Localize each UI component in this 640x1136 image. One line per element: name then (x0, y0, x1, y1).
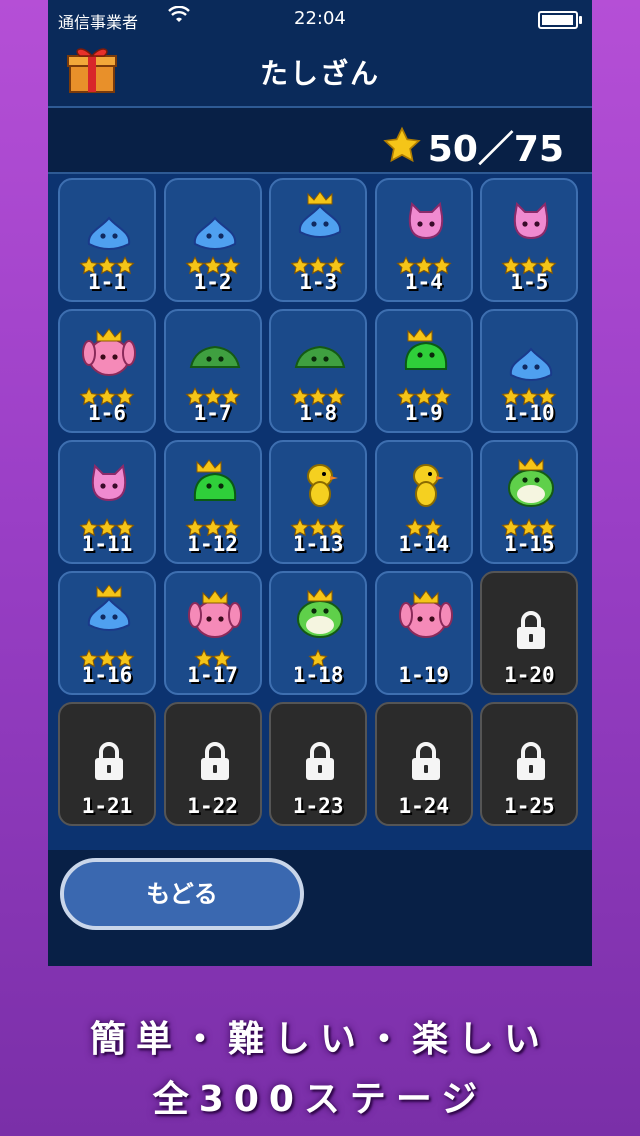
back-button[interactable]: もどる (60, 858, 304, 930)
stage-label: 1-19 (398, 663, 450, 687)
stage-label: 1-3 (299, 270, 338, 294)
promo-caption-line2: 全300ステージ (152, 1079, 488, 1120)
clock: 22:04 (294, 8, 346, 29)
stage-label: 1-8 (299, 401, 338, 425)
status-bar: 通信事業者 22:04 (48, 0, 592, 36)
crowned-green-slime-icon (404, 328, 447, 370)
stage-tile[interactable]: 1-1 (58, 178, 156, 302)
wifi-icon (168, 6, 190, 22)
lock-icon (95, 742, 123, 780)
page-title: たしざん (259, 57, 380, 90)
stage-tile[interactable]: 1-11 (58, 440, 156, 564)
blue-slime-icon (87, 216, 131, 250)
crowned-green-slime-icon (193, 459, 236, 501)
yellow-chick-icon (307, 464, 339, 507)
stage-tile: 1-20 (480, 571, 579, 695)
blue-slime-icon (193, 216, 236, 250)
stage-tile: 1-21 (58, 702, 156, 826)
stage-label: 1-23 (292, 794, 344, 818)
carrier-name: 通信事業者 (58, 13, 139, 32)
stage-label: 1-6 (88, 401, 126, 425)
stage-label: 1-14 (398, 532, 450, 556)
stage-grid: 1-1 1-2 1-3 1-4 1-5 1-6 1-7 1-8 1-9 1-10 1-11 1-12 1… (48, 174, 592, 850)
stage-tile[interactable]: 1-4 (374, 178, 473, 302)
lock-icon (411, 742, 440, 780)
star-total-text: 50／75 (427, 129, 564, 170)
stage-label: 1-16 (81, 663, 133, 687)
stage-label: 1-7 (193, 401, 232, 425)
stage-label: 1-12 (187, 532, 238, 556)
stage-label: 1-20 (504, 663, 555, 687)
stage-tile[interactable]: 1-19 (374, 571, 473, 695)
lock-icon (306, 742, 335, 780)
crowned-blue-slime-icon (87, 585, 131, 631)
crowned-pink-rabbit-icon (187, 590, 242, 638)
stage-tile[interactable]: 1-6 (58, 309, 156, 433)
stage-tile[interactable]: 1-7 (163, 309, 262, 433)
stage-label: 1-22 (187, 794, 238, 818)
crowned-green-frog-icon (508, 457, 555, 507)
stage-tile[interactable]: 1-18 (269, 571, 368, 695)
pink-cat-icon (408, 201, 443, 240)
crowned-pink-rabbit-icon (398, 590, 453, 638)
crowned-green-frog-icon (297, 588, 344, 638)
stage-label: 1-24 (398, 794, 450, 818)
app-screen: 通信事業者 22:04 たしざん 50／75 1-1 1-2 1-3 1-4 1-5 1-… (48, 0, 592, 966)
stage-tile[interactable]: 1-5 (480, 178, 579, 302)
stage-label: 1-18 (292, 663, 344, 687)
green-flat-slime-icon (294, 345, 346, 368)
stage-tile[interactable]: 1-17 (163, 571, 262, 695)
lock-icon (517, 611, 546, 649)
stage-label: 1-13 (292, 532, 344, 556)
stage-label: 1-1 (88, 270, 126, 294)
stage-label: 1-17 (187, 663, 238, 687)
stage-tile[interactable]: 1-3 (269, 178, 368, 302)
promo-caption-line1: 簡単・難しい・楽しい (89, 1019, 550, 1060)
crowned-pink-rabbit-icon (82, 328, 136, 376)
stage-tile[interactable]: 1-10 (480, 309, 579, 433)
yellow-chick-icon (412, 464, 444, 507)
stage-tile[interactable]: 1-14 (374, 440, 473, 564)
star-total-bar: 50／75 (48, 108, 592, 174)
stage-tile: 1-24 (374, 702, 473, 826)
stage-tile[interactable]: 1-16 (58, 571, 156, 695)
footer-bar: もどる (48, 850, 592, 966)
stage-tile[interactable]: 1-9 (374, 309, 473, 433)
stage-tile[interactable]: 1-2 (163, 178, 262, 302)
stage-tile: 1-25 (480, 702, 579, 826)
pink-cat-icon (91, 463, 127, 502)
stage-tile: 1-22 (163, 702, 262, 826)
stage-tile[interactable]: 1-13 (269, 440, 368, 564)
stage-label: 1-5 (510, 270, 549, 294)
stage-tile[interactable]: 1-15 (480, 440, 579, 564)
pink-cat-icon (514, 201, 549, 240)
stage-label: 1-9 (404, 401, 443, 425)
stage-label: 1-10 (504, 401, 555, 425)
lock-icon (517, 742, 546, 780)
stage-label: 1-21 (81, 794, 133, 818)
stage-label: 1-25 (504, 794, 555, 818)
star-total: 50／75 (382, 120, 564, 172)
stage-tile[interactable]: 1-8 (269, 309, 368, 433)
header-bar: たしざん (48, 36, 592, 108)
stage-tile[interactable]: 1-12 (163, 440, 262, 564)
stage-label: 1-11 (81, 532, 133, 556)
blue-slime-icon (510, 347, 553, 381)
stage-label: 1-4 (404, 270, 443, 294)
lock-icon (200, 742, 229, 780)
stage-label: 1-15 (504, 532, 555, 556)
crowned-blue-slime-icon (299, 192, 342, 238)
stage-label: 1-2 (193, 270, 232, 294)
battery-icon (538, 11, 582, 29)
green-flat-slime-icon (189, 345, 240, 368)
stage-tile: 1-23 (269, 702, 368, 826)
star-icon (383, 126, 421, 163)
